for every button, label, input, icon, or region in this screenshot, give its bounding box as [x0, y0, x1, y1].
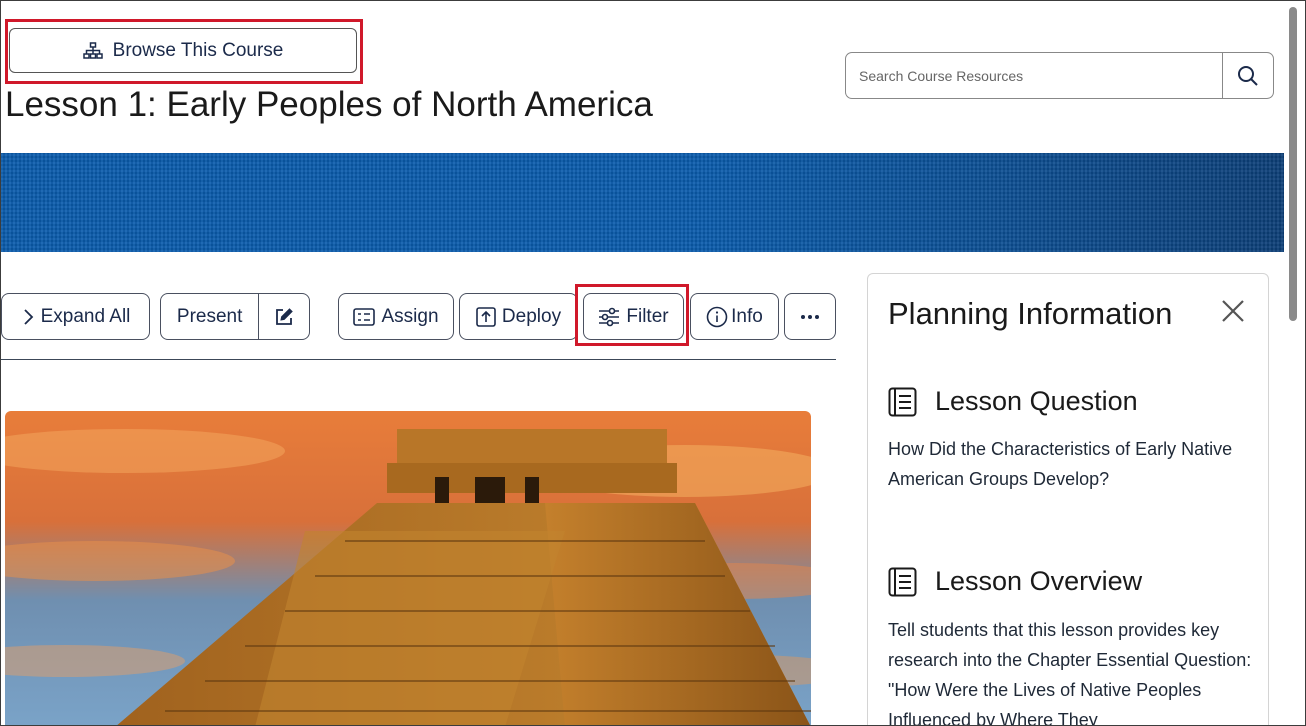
search-icon [1238, 65, 1258, 86]
more-icon [801, 314, 819, 319]
assign-button[interactable]: Assign [338, 293, 454, 340]
sliders-icon [599, 307, 620, 326]
toolbar-divider [1, 359, 836, 360]
browse-course-button[interactable]: Browse This Course [9, 28, 357, 73]
close-icon[interactable] [1220, 298, 1246, 324]
pyramid-illustration [5, 411, 811, 725]
app-frame: Browse This Course Lesson 1: Early Peopl… [0, 0, 1306, 726]
planning-panel: Planning Information Lesson Question How… [867, 273, 1269, 726]
present-button[interactable]: Present [161, 294, 260, 339]
panel-title: Planning Information [888, 296, 1173, 331]
upload-icon [476, 306, 496, 327]
info-label: Info [731, 305, 763, 327]
present-label: Present [176, 305, 243, 327]
expand-all-button[interactable]: Expand All [1, 293, 150, 340]
lesson-question-header: Lesson Question [888, 386, 1138, 417]
assign-label: Assign [381, 305, 439, 327]
lesson-question-title: Lesson Question [935, 386, 1138, 416]
list-document-icon [888, 387, 917, 416]
deploy-label: Deploy [501, 305, 562, 327]
edit-icon [276, 307, 293, 325]
browse-course-label: Browse This Course [112, 39, 284, 61]
lesson-banner [1, 153, 1284, 252]
more-options-button[interactable] [784, 293, 836, 340]
search-button[interactable] [1222, 52, 1274, 99]
filter-button[interactable]: Filter [583, 293, 684, 340]
expand-all-label: Expand All [40, 305, 131, 327]
lesson-overview-header: Lesson Overview [888, 566, 1142, 597]
lesson-overview-body: Tell students that this lesson provides … [888, 620, 1252, 726]
info-button[interactable]: Info [690, 293, 779, 340]
scrollbar-thumb[interactable] [1289, 7, 1297, 321]
deploy-button[interactable]: Deploy [459, 293, 578, 340]
present-group: Present [160, 293, 310, 340]
filter-label: Filter [626, 305, 669, 327]
search-input[interactable] [845, 52, 1223, 99]
lesson-question-body: How Did the Characteristics of Early Nat… [888, 439, 1233, 489]
lesson-hero-image [5, 411, 811, 725]
info-icon [706, 306, 728, 327]
assignment-icon [353, 307, 376, 326]
edit-button[interactable] [259, 294, 309, 339]
sitemap-icon [82, 41, 103, 59]
search-bar [845, 52, 1274, 99]
chevron-right-icon [23, 308, 33, 325]
page-title: Lesson 1: Early Peoples of North America [5, 85, 653, 124]
lesson-overview-title: Lesson Overview [935, 566, 1143, 596]
list-document-icon [888, 567, 917, 596]
